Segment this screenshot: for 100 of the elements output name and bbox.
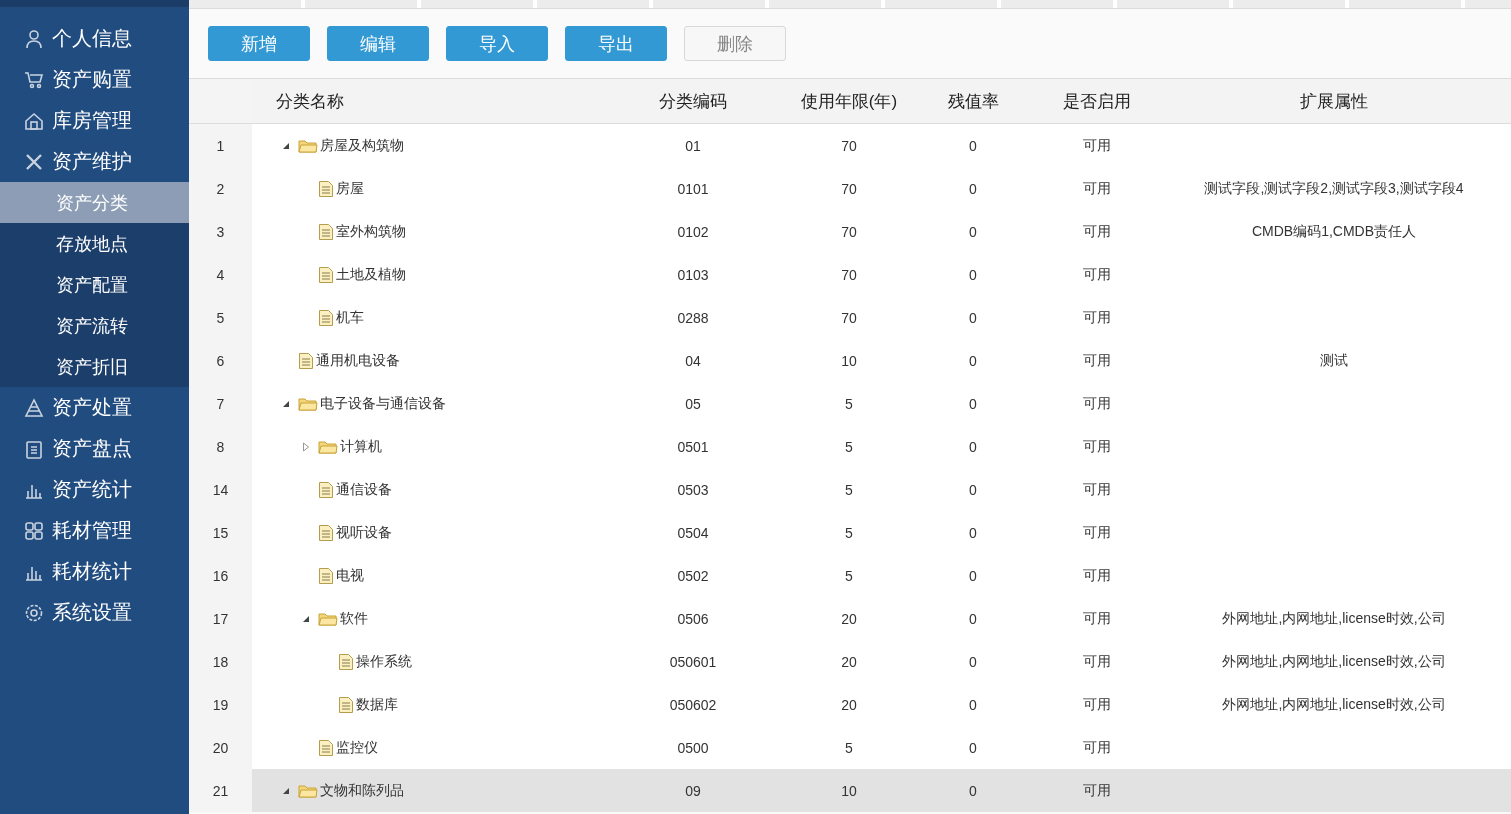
table-cell: 可用: [1083, 265, 1111, 284]
nav-item[interactable]: 系统设置: [0, 592, 189, 633]
row-number: 21: [212, 782, 229, 799]
table-cell: 0503: [677, 481, 709, 498]
table-cell: 5: [845, 739, 853, 756]
table-cell: 10: [841, 782, 857, 799]
nav-item[interactable]: 资产维护: [0, 141, 189, 182]
row-number: 15: [212, 524, 229, 541]
table-cell: 可用: [1083, 222, 1111, 241]
collapse-toggle-icon[interactable]: [282, 786, 290, 795]
document-icon: [318, 179, 334, 198]
collapse-toggle-icon[interactable]: [282, 141, 290, 150]
category-name: 电视: [336, 566, 364, 585]
table-row[interactable]: 21 文物和陈列品 09 10 0 可用: [189, 769, 1511, 812]
table-row[interactable]: 3 室外构筑物 0102 70 0 可用 CMDB编码1,CMDB责任人: [189, 210, 1511, 253]
category-name: 通信设备: [336, 480, 392, 499]
table-cell: 可用: [1083, 609, 1111, 628]
tools-icon: [24, 151, 44, 172]
table-row[interactable]: 2 房屋 0101 70 0 可用 测试字段,测试字段2,测试字段3,测试字段4: [189, 167, 1511, 210]
table-cell: 5: [845, 438, 853, 455]
table-row[interactable]: 19 数据库 050602 20 0 可用 外网地址,内网地址,license时效,公司: [189, 683, 1511, 726]
nav-subitem[interactable]: 存放地点: [0, 223, 189, 264]
document-icon: [318, 222, 334, 241]
column-header: 是否启用: [1063, 90, 1131, 113]
table-row[interactable]: 5 机车 0288 70 0 可用: [189, 296, 1511, 339]
table-cell: 70: [841, 309, 857, 326]
table-cell: 测试字段,测试字段2,测试字段3,测试字段4: [1204, 179, 1464, 198]
column-header: 使用年限(年): [800, 90, 898, 113]
table-cell: 0288: [677, 309, 709, 326]
table-cell: 可用: [1083, 652, 1111, 671]
column-header: 扩展属性: [1300, 90, 1368, 113]
row-number: 20: [212, 739, 229, 756]
table-row[interactable]: 6 通用机电设备 04 10 0 可用 测试: [189, 339, 1511, 382]
nav-item[interactable]: 个人信息: [0, 18, 189, 59]
nav-item[interactable]: 资产统计: [0, 469, 189, 510]
document-icon: [318, 566, 334, 585]
table-cell: 70: [841, 180, 857, 197]
document-icon: [338, 652, 354, 671]
table-cell: 0: [969, 266, 977, 283]
table-cell: 0102: [677, 223, 709, 240]
table-cell: 0: [969, 610, 977, 627]
table-cell: 05: [685, 395, 701, 412]
category-name: 数据库: [356, 695, 398, 714]
table-row[interactable]: 8 计算机 0501 5 0 可用: [189, 425, 1511, 468]
row-number: 1: [216, 137, 225, 154]
table-cell: 0504: [677, 524, 709, 541]
table-cell: 5: [845, 395, 853, 412]
table-cell: 0501: [677, 438, 709, 455]
column-header: 残值率: [947, 90, 999, 113]
table-cell: 可用: [1083, 351, 1111, 370]
table-row[interactable]: 16 电视 0502 5 0 可用: [189, 554, 1511, 597]
table-cell: 70: [841, 223, 857, 240]
table-cell: 可用: [1083, 179, 1111, 198]
nav-subitem[interactable]: 资产流转: [0, 305, 189, 346]
folder-icon: [318, 438, 338, 455]
nav-item[interactable]: 耗材管理: [0, 510, 189, 551]
table-row[interactable]: 18 操作系统 050601 20 0 可用 外网地址,内网地址,license时效,公司: [189, 640, 1511, 683]
table-cell: 可用: [1083, 394, 1111, 413]
table-cell: 0502: [677, 567, 709, 584]
nav-subitem[interactable]: 资产配置: [0, 264, 189, 305]
column-header: 分类名称: [276, 90, 344, 113]
row-number: 14: [212, 481, 229, 498]
row-number: 6: [216, 352, 225, 369]
nav-item[interactable]: 资产盘点: [0, 428, 189, 469]
nav-item[interactable]: 耗材统计: [0, 551, 189, 592]
table-cell: 01: [685, 137, 701, 154]
category-name: 软件: [340, 609, 368, 628]
nav-subitem[interactable]: 资产折旧: [0, 346, 189, 387]
table-cell: 0: [969, 137, 977, 154]
collapse-toggle-icon[interactable]: [302, 614, 310, 623]
table-row[interactable]: 7 电子设备与通信设备 05 5 0 可用: [189, 382, 1511, 425]
table-row[interactable]: 17 软件 0506 20 0 可用 外网地址,内网地址,license时效,公司: [189, 597, 1511, 640]
document-icon: [318, 738, 334, 757]
table-cell: 0: [969, 309, 977, 326]
grid-icon: [24, 520, 44, 541]
table-cell: 20: [841, 653, 857, 670]
row-number: 4: [216, 266, 225, 283]
table-cell: 0506: [677, 610, 709, 627]
table-row[interactable]: 14 通信设备 0503 5 0 可用: [189, 468, 1511, 511]
column-header: 分类编码: [659, 90, 727, 113]
table-row[interactable]: 15 视听设备 0504 5 0 可用: [189, 511, 1511, 554]
table-cell: 可用: [1083, 781, 1111, 800]
category-name: 通用机电设备: [316, 351, 400, 370]
category-name: 房屋及构筑物: [320, 136, 404, 155]
settings-icon: [24, 602, 44, 623]
collapse-toggle-icon[interactable]: [282, 399, 290, 408]
table-cell: 09: [685, 782, 701, 799]
table-cell: 可用: [1083, 437, 1111, 456]
expand-toggle-icon[interactable]: [302, 441, 310, 452]
table-row[interactable]: 20 监控仪 0500 5 0 可用: [189, 726, 1511, 769]
table-cell: 10: [841, 352, 857, 369]
table-row[interactable]: 1 房屋及构筑物 01 70 0 可用: [189, 124, 1511, 167]
table-cell: 0500: [677, 739, 709, 756]
nav-item[interactable]: 资产购置: [0, 59, 189, 100]
row-number: 3: [216, 223, 225, 240]
nav-item[interactable]: 资产处置: [0, 387, 189, 428]
table-row[interactable]: 4 土地及植物 0103 70 0 可用: [189, 253, 1511, 296]
category-name: 电子设备与通信设备: [320, 394, 446, 413]
nav-item[interactable]: 库房管理: [0, 100, 189, 141]
table-cell: 0: [969, 524, 977, 541]
